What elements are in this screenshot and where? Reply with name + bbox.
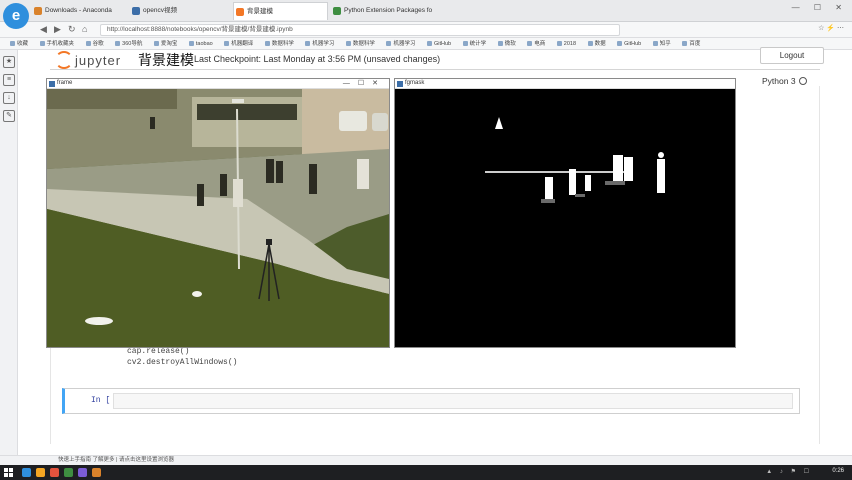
window-buttons[interactable]: —☐✕ <box>343 79 386 87</box>
header-divider <box>50 69 820 70</box>
url-input[interactable]: http://localhost:8888/notebooks/opencv/背… <box>100 24 620 36</box>
bookmark-item[interactable]: 数据科学 <box>346 38 375 49</box>
tab-python-packages[interactable]: Python Extension Packages fo <box>331 2 441 20</box>
taskbar-app-icon[interactable] <box>22 468 31 477</box>
browser-logo-icon[interactable]: e <box>3 3 29 29</box>
bookmark-item[interactable]: GitHub <box>427 38 451 49</box>
tab-favicon-icon <box>34 7 42 15</box>
logout-button[interactable]: Logout <box>760 47 824 64</box>
opencv-fgmask-window[interactable]: fgmask <box>394 78 736 348</box>
address-bar: ◀ ▶ ↻ ⌂ http://localhost:8888/notebooks/… <box>0 22 852 38</box>
window-app-icon <box>49 81 55 87</box>
system-tray-icons[interactable]: ▲ ♪ ⚑ ☐ <box>766 468 812 475</box>
cell-input[interactable] <box>113 393 793 409</box>
notebook-title[interactable]: 背景建模 <box>138 50 194 70</box>
kernel-status-icon <box>798 77 807 85</box>
tab-favicon-icon <box>333 7 341 15</box>
bookmark-item[interactable]: 微软 <box>498 38 516 49</box>
refresh-icon[interactable]: ↻ <box>68 24 76 35</box>
foreground-mask <box>395 89 735 347</box>
checkpoint-status: Last Checkpoint: Last Monday at 3:56 PM … <box>194 54 441 64</box>
tab-opencv[interactable]: opencv视频 <box>130 2 230 20</box>
tab-downloads[interactable]: Downloads - Anaconda <box>32 2 127 20</box>
browser-status-bar: 快速上手指南 了解更多 | 请点击这里设置浏览器 <box>0 455 852 465</box>
code-line[interactable]: cap.release() <box>127 347 189 356</box>
bookmark-item[interactable]: 百度 <box>682 38 700 49</box>
surveillance-scene <box>47 89 389 347</box>
history-icon[interactable]: ≡ <box>3 74 15 86</box>
bookmark-item[interactable]: GitHub <box>617 38 641 49</box>
bookmark-item[interactable]: 2018 <box>557 38 576 49</box>
taskbar-app-icon[interactable] <box>36 468 45 477</box>
bookmark-item[interactable]: taobao <box>189 38 213 49</box>
window-titlebar[interactable]: fgmask <box>395 79 735 89</box>
bookmark-item[interactable]: 机器学习 <box>386 38 415 49</box>
bookmark-item[interactable]: 数据 <box>588 38 606 49</box>
forward-icon[interactable]: ▶ <box>54 24 61 35</box>
taskbar-app-icon[interactable] <box>92 468 101 477</box>
foreground-mask-blobs <box>395 89 735 347</box>
window-app-icon <box>397 81 403 87</box>
code-line[interactable]: cv2.destroyAllWindows() <box>127 358 237 367</box>
window-controls[interactable]: — ☐ ✕ <box>792 3 848 12</box>
window-titlebar[interactable]: frame —☐✕ <box>47 79 389 89</box>
toolbar-icons[interactable]: ☆ ⚡ ⋯ <box>818 24 844 32</box>
bookmark-item[interactable]: 知乎 <box>653 38 671 49</box>
bookmark-item[interactable]: 统计学 <box>463 38 487 49</box>
bookmark-item[interactable]: 机器翻译 <box>224 38 253 49</box>
tab-favicon-icon <box>236 8 244 16</box>
download-icon[interactable]: ↓ <box>3 92 15 104</box>
opencv-frame-window[interactable]: frame —☐✕ <box>46 78 390 348</box>
taskbar-clock[interactable]: 0:26 <box>832 468 844 474</box>
taskbar-app-icon[interactable] <box>50 468 59 477</box>
kernel-indicator: Python 3 <box>762 76 807 86</box>
video-frame <box>47 89 389 347</box>
kernel-name: Python 3 <box>762 76 796 86</box>
bookmark-item[interactable]: 机器学习 <box>305 38 334 49</box>
windows-taskbar: ▲ ♪ ⚑ ☐ 0:26 <box>0 465 852 480</box>
screen: e Downloads - Anaconda opencv视频 背景建模 Pyt… <box>0 0 852 480</box>
bookmark-item[interactable]: 收藏 <box>10 38 28 49</box>
browser-tab-bar: Downloads - Anaconda opencv视频 背景建模 Pytho… <box>0 0 852 22</box>
tab-notebook-active[interactable]: 背景建模 <box>233 2 328 20</box>
note-icon[interactable]: ✎ <box>3 110 15 122</box>
status-text[interactable]: 快速上手指南 了解更多 | 请点击这里设置浏览器 <box>58 457 174 463</box>
tab-favicon-icon <box>132 7 140 15</box>
empty-code-cell[interactable]: In [ ]: <box>62 388 800 414</box>
favorites-icon[interactable]: ★ <box>3 56 15 68</box>
browser-sidebar: ★ ≡ ↓ ✎ <box>0 50 18 460</box>
back-icon[interactable]: ◀ <box>40 24 47 35</box>
bookmark-item[interactable]: 电商 <box>527 38 545 49</box>
bookmark-item[interactable]: 数据科学 <box>265 38 294 49</box>
taskbar-app-icon[interactable] <box>78 468 87 477</box>
home-icon[interactable]: ⌂ <box>82 24 87 34</box>
bookmark-item[interactable]: 爱淘宝 <box>154 38 178 49</box>
taskbar-app-icon[interactable] <box>64 468 73 477</box>
start-menu-icon[interactable] <box>4 468 13 477</box>
jupyter-logo-icon <box>55 51 73 69</box>
